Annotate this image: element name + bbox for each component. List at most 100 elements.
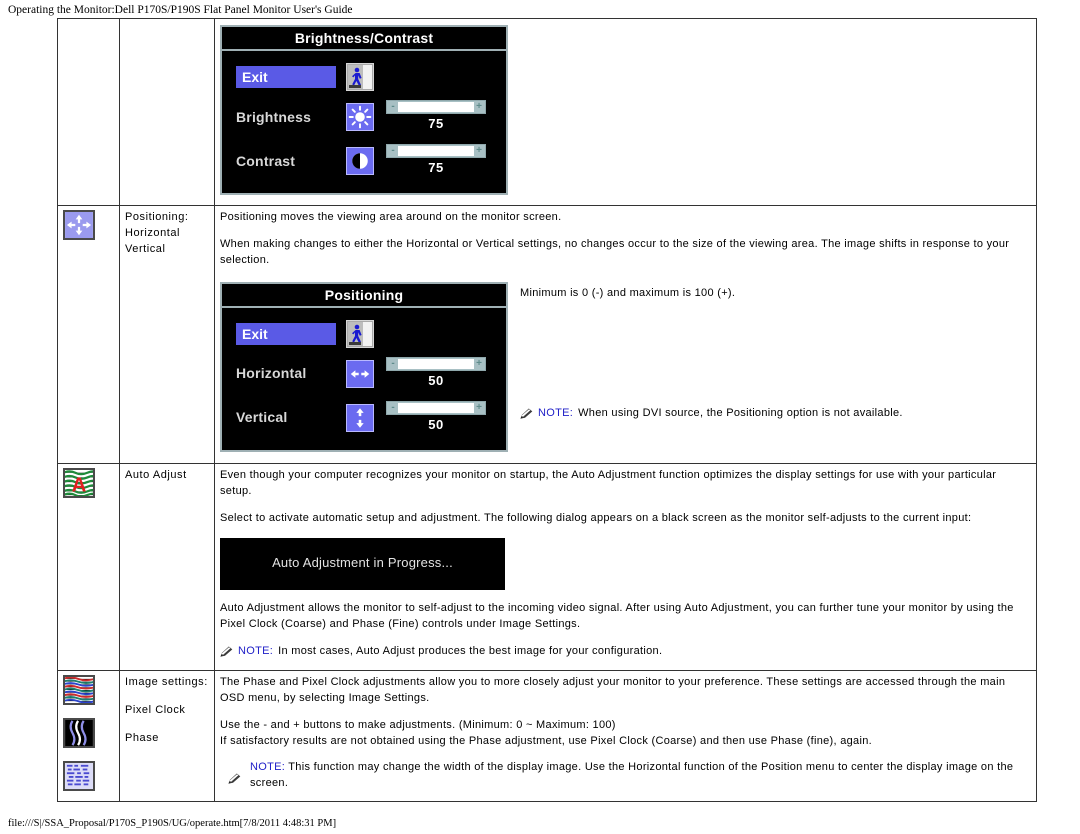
slider-plus-label: + bbox=[476, 357, 482, 369]
four-arrows-positioning-thumb-icon bbox=[63, 209, 95, 240]
left-right-arrows-icon bbox=[346, 359, 374, 388]
page-title: Operating the Monitor:Dell P170S/P190S F… bbox=[8, 4, 353, 16]
slider-minus-label: - bbox=[391, 101, 395, 113]
note-label: NOTE: bbox=[250, 761, 286, 774]
auto-adjustment-progress-dialog: Auto Adjustment in Progress... bbox=[220, 537, 505, 590]
exit-door-running-man-icon bbox=[346, 319, 374, 348]
row-icon-cell: A bbox=[57, 462, 120, 671]
row-description-cell: Brightness/Contrast Exit Brightness - + … bbox=[214, 18, 1037, 206]
description-paragraph: When making changes to either the Horizo… bbox=[220, 237, 1010, 266]
slider-minus-label: - bbox=[391, 401, 395, 413]
row-name-cell: Auto Adjust bbox=[119, 462, 215, 671]
osd-item-brightness[interactable]: Brightness - + 75 bbox=[222, 95, 506, 139]
pencil-note-icon bbox=[520, 408, 533, 420]
phase-dashes-thumb-icon bbox=[63, 760, 95, 791]
description-paragraph: Positioning moves the viewing area aroun… bbox=[220, 210, 562, 223]
description-paragraph: Auto Adjustment allows the monitor to se… bbox=[220, 601, 1014, 630]
horizontal-slider[interactable]: - + 50 bbox=[386, 356, 486, 391]
auto-adjust-letter-a-thumb-icon: A bbox=[63, 467, 95, 498]
slider-rail[interactable]: - + bbox=[386, 400, 486, 415]
osd-body: Exit bbox=[222, 51, 506, 193]
slider-plus-label: + bbox=[476, 145, 482, 157]
brightness-slider[interactable]: - + 75 bbox=[386, 100, 486, 134]
sun-brightness-icon bbox=[346, 103, 374, 131]
auto-adjust-note: NOTE: In most cases, Auto Adjust produce… bbox=[220, 644, 1031, 660]
table-row: Positioning: Horizontal Vertical Positio… bbox=[57, 204, 1037, 464]
option-name-line: Vertical bbox=[125, 242, 166, 255]
osd-title: Positioning bbox=[222, 283, 506, 308]
option-name-line: Horizontal bbox=[125, 226, 181, 239]
option-name-line: Image settings: bbox=[125, 675, 208, 688]
description-line: Use the - and + buttons to make adjustme… bbox=[220, 718, 616, 731]
row-description-cell: Even though your computer recognizes you… bbox=[214, 462, 1037, 671]
slider-plus-label: + bbox=[476, 401, 482, 413]
slider-value: 75 bbox=[428, 160, 444, 176]
row-name-cell: Positioning: Horizontal Vertical bbox=[119, 204, 215, 464]
slider-track bbox=[398, 146, 474, 157]
positioning-note: NOTE: When using DVI source, the Positio… bbox=[520, 406, 1031, 422]
slider-plus-label: + bbox=[476, 101, 482, 113]
up-down-arrows-icon bbox=[346, 403, 374, 432]
osd-item-label: Contrast bbox=[236, 152, 296, 169]
option-name-line: Positioning: bbox=[125, 210, 189, 223]
contrast-slider[interactable]: - + 75 bbox=[386, 144, 486, 178]
description-paragraph: Select to activate automatic setup and a… bbox=[220, 511, 972, 524]
slider-value: 75 bbox=[428, 116, 444, 132]
osd-exit-row[interactable]: Exit bbox=[222, 59, 506, 95]
svg-text:A: A bbox=[72, 474, 87, 496]
slider-rail[interactable]: - + bbox=[386, 356, 486, 371]
option-name-line: Auto Adjust bbox=[125, 468, 187, 481]
slider-track bbox=[398, 358, 474, 369]
description-paragraph: The Phase and Pixel Clock adjustments al… bbox=[220, 675, 1006, 704]
slider-rail[interactable]: - + bbox=[386, 144, 486, 159]
slider-minus-label: - bbox=[391, 357, 395, 369]
osd-options-table: Brightness/Contrast Exit Brightness - + … bbox=[57, 18, 1037, 803]
image-settings-note: NOTE: This function may change the width… bbox=[220, 760, 1031, 792]
osd-exit-button[interactable]: Exit bbox=[236, 322, 336, 345]
file-path-footer: file:///S|/SSA_Proposal/P170S_P190S/UG/o… bbox=[8, 818, 337, 829]
slider-rail[interactable]: - + bbox=[386, 100, 486, 115]
row-icon-cell bbox=[57, 18, 120, 206]
table-row: Image settings: Pixel Clock Phase The Ph… bbox=[57, 669, 1037, 803]
slider-minus-label: - bbox=[391, 145, 395, 157]
osd-item-horizontal[interactable]: Horizontal - + 50 bbox=[222, 352, 506, 396]
note-text: When using DVI source, the Positioning o… bbox=[578, 406, 903, 419]
osd-exit-button[interactable]: Exit bbox=[236, 66, 336, 88]
osd-item-label: Horizontal bbox=[236, 365, 307, 382]
auto-adjustment-progress-text: Auto Adjustment in Progress... bbox=[272, 555, 453, 571]
pencil-note-icon bbox=[228, 773, 241, 785]
osd-title: Brightness/Contrast bbox=[222, 27, 506, 51]
option-name-line: Phase bbox=[125, 731, 159, 744]
row-description-cell: Positioning moves the viewing area aroun… bbox=[214, 204, 1037, 464]
description-line: If satisfactory results are not obtained… bbox=[220, 734, 872, 747]
osd-body: Exit bbox=[222, 307, 506, 450]
slider-value: 50 bbox=[428, 416, 444, 432]
osd-item-contrast[interactable]: Contrast - + 75 bbox=[222, 139, 506, 183]
osd-item-vertical[interactable]: Vertical - + 50 bbox=[222, 396, 506, 440]
image-settings-stripes-thumb-icon bbox=[63, 674, 95, 705]
osd-brightness-contrast-panel: Brightness/Contrast Exit Brightness - + … bbox=[220, 25, 508, 195]
osd-positioning-panel: Positioning Exit Horizontal - + 50 Verti… bbox=[220, 281, 508, 452]
pencil-note-icon bbox=[220, 646, 233, 658]
row-icon-cell bbox=[57, 204, 120, 464]
osd-exit-row[interactable]: Exit bbox=[222, 316, 506, 352]
note-text: This function may change the width of th… bbox=[250, 761, 1014, 790]
description-paragraph: Even though your computer recognizes you… bbox=[220, 468, 997, 497]
pixel-clock-waves-thumb-icon bbox=[63, 717, 95, 748]
positioning-range-text: Minimum is 0 (-) and maximum is 100 (+). bbox=[520, 286, 736, 299]
vertical-slider[interactable]: - + 50 bbox=[386, 400, 486, 435]
row-name-cell: Image settings: Pixel Clock Phase bbox=[119, 669, 215, 803]
note-label: NOTE: bbox=[538, 406, 574, 419]
option-name-line: Pixel Clock bbox=[125, 703, 186, 716]
osd-item-label: Brightness bbox=[236, 108, 312, 125]
row-description-cell: The Phase and Pixel Clock adjustments al… bbox=[214, 669, 1037, 803]
slider-track bbox=[398, 402, 474, 413]
table-row: Brightness/Contrast Exit Brightness - + … bbox=[57, 18, 1037, 206]
note-label: NOTE: bbox=[238, 644, 274, 657]
exit-door-running-man-icon bbox=[346, 63, 374, 91]
note-text: In most cases, Auto Adjust produces the … bbox=[278, 644, 663, 657]
slider-track bbox=[398, 102, 474, 113]
row-name-cell bbox=[119, 18, 215, 206]
table-row: A Auto Adjust Even though your computer … bbox=[57, 462, 1037, 671]
slider-value: 50 bbox=[428, 372, 444, 388]
